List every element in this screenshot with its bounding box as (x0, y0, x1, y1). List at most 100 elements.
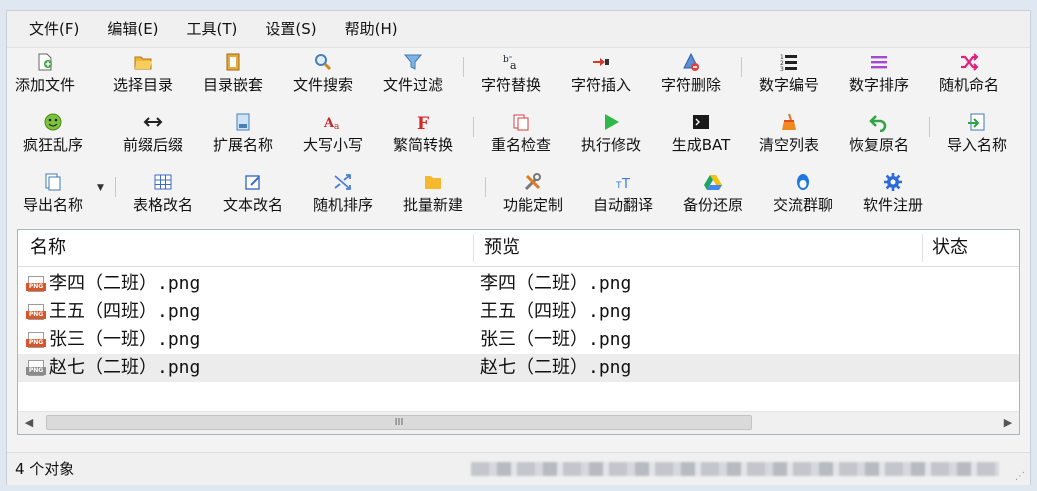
table-row[interactable]: PNG 赵七（二班）.png 赵七（二班）.png (18, 354, 1019, 382)
file-search-label: 文件搜索 (292, 76, 353, 94)
column-divider[interactable] (922, 234, 923, 262)
text-rename-button[interactable]: 文本改名 (213, 169, 293, 215)
toolbar-separator (115, 177, 116, 197)
scroll-thumb[interactable]: III (46, 415, 752, 430)
group-chat-label: 交流群聊 (772, 196, 833, 214)
status-bar: 4 个对象 ⋰ (7, 452, 1030, 485)
column-header-status[interactable]: 状态 (926, 230, 1016, 266)
search-icon (312, 51, 334, 73)
char-replace-label: 字符替换 (480, 76, 541, 94)
execute-button[interactable]: 执行修改 (571, 109, 651, 155)
number-sort-button[interactable]: 数字排序 (839, 49, 919, 95)
resize-grip-icon[interactable]: ⋰ (1015, 472, 1026, 482)
file-filter-button[interactable]: 文件过滤 (373, 49, 453, 95)
replace-text-icon: ba (500, 51, 522, 73)
toolbar-row-1: 添加文件 选择目录 目录嵌套 文件搜索 文件过滤 ba 字符替换 字符插入 字符… (7, 49, 1030, 95)
undo-icon (868, 111, 890, 133)
export-names-label: 导出名称 (22, 196, 83, 214)
clear-list-button[interactable]: 清空列表 (749, 109, 829, 155)
import-names-label: 导入名称 (946, 136, 1007, 154)
customize-button[interactable]: 功能定制 (493, 169, 573, 215)
import-names-button[interactable]: 导入名称 (937, 109, 1017, 155)
numbered-list-icon: 123 (778, 51, 800, 73)
crazy-shuffle-button[interactable]: 疯狂乱序 (13, 109, 93, 155)
blurred-status-text (471, 462, 999, 476)
svg-text:F: F (417, 114, 429, 132)
menu-edit[interactable]: 编辑(E) (93, 14, 172, 44)
file-name: 王五（四班）.png (49, 301, 201, 322)
table-row[interactable]: PNG 张三（一班）.png 张三（一班）.png (18, 326, 1019, 354)
left-right-arrows-icon (142, 111, 164, 133)
object-count: 4 个对象 (15, 460, 75, 478)
chat-penguin-icon (792, 171, 814, 193)
png-file-icon: PNG (26, 332, 46, 348)
char-insert-button[interactable]: 字符插入 (561, 49, 641, 95)
random-name-button[interactable]: 随机命名 (929, 49, 1009, 95)
export-pages-icon (42, 171, 64, 193)
char-delete-button[interactable]: 字符删除 (651, 49, 731, 95)
menu-settings[interactable]: 设置(S) (251, 14, 330, 44)
crazy-shuffle-label: 疯狂乱序 (22, 136, 83, 154)
table-row[interactable]: PNG 王五（四班）.png 王五（四班）.png (18, 298, 1019, 326)
backup-restore-button[interactable]: 备份还原 (673, 169, 753, 215)
prefix-suffix-button[interactable]: 前缀后缀 (113, 109, 193, 155)
nested-folder-button[interactable]: 目录嵌套 (193, 49, 273, 95)
import-icon (966, 111, 988, 133)
svg-text:T: T (615, 181, 622, 191)
toolbar-separator (473, 117, 474, 137)
filter-icon (402, 51, 424, 73)
duplicate-check-button[interactable]: 重名检查 (481, 109, 561, 155)
generate-bat-button[interactable]: 生成BAT (661, 109, 741, 155)
auto-translate-button[interactable]: TT 自动翻译 (583, 169, 663, 215)
grid-icon (152, 171, 174, 193)
name-cell: PNG 王五（四班）.png (26, 298, 200, 326)
scroll-right-icon[interactable]: ▶ (997, 412, 1019, 434)
select-folder-button[interactable]: 选择目录 (103, 49, 183, 95)
horizontal-scrollbar[interactable]: ◀ III ▶ (18, 411, 1019, 434)
toolbar-separator (485, 177, 486, 197)
smiley-icon (42, 111, 64, 133)
register-button[interactable]: 软件注册 (853, 169, 933, 215)
restore-name-button[interactable]: 恢复原名 (839, 109, 919, 155)
menu-file[interactable]: 文件(F) (7, 14, 93, 44)
case-convert-button[interactable]: Aa 大写小写 (293, 109, 373, 155)
extension-button[interactable]: 扩展名称 (203, 109, 283, 155)
broom-icon (778, 111, 800, 133)
menu-tools[interactable]: 工具(T) (173, 14, 252, 44)
clear-list-label: 清空列表 (758, 136, 819, 154)
number-sequence-button[interactable]: 123 数字编号 (749, 49, 829, 95)
toolbar-separator (929, 117, 930, 137)
random-sort-button[interactable]: 随机排序 (303, 169, 383, 215)
table-rename-button[interactable]: 表格改名 (123, 169, 203, 215)
menu-help[interactable]: 帮助(H) (331, 14, 412, 44)
preview-cell: 张三（一班）.png (480, 329, 632, 350)
trad-simp-button[interactable]: F 繁简转换 (383, 109, 463, 155)
drive-icon (702, 171, 724, 193)
list-header: 名称 预览 状态 (18, 230, 1019, 267)
case-convert-label: 大写小写 (302, 136, 363, 154)
batch-create-label: 批量新建 (402, 196, 463, 214)
group-chat-button[interactable]: 交流群聊 (763, 169, 843, 215)
export-dropdown-icon[interactable]: ▼ (97, 183, 104, 193)
random-arrows-icon (332, 171, 354, 193)
column-header-name[interactable]: 名称 (24, 230, 474, 266)
tools-icon (522, 171, 544, 193)
name-cell: PNG 张三（一班）.png (26, 326, 200, 354)
column-divider[interactable] (473, 234, 474, 262)
add-file-icon (34, 51, 56, 73)
table-row[interactable]: PNG 李四（二班）.png 李四（二班）.png (18, 270, 1019, 298)
scroll-left-icon[interactable]: ◀ (18, 412, 40, 434)
column-header-preview[interactable]: 预览 (478, 230, 918, 266)
file-search-button[interactable]: 文件搜索 (283, 49, 363, 95)
play-icon (600, 111, 622, 133)
batch-create-button[interactable]: 批量新建 (393, 169, 473, 215)
backup-restore-label: 备份还原 (682, 196, 743, 214)
preview-cell: 赵七（二班）.png (480, 357, 632, 378)
add-file-button[interactable]: 添加文件 (13, 49, 77, 95)
toolbar-row-3: 导出名称 ▼ 表格改名 文本改名 随机排序 批量新建 功能定制 TT 自动翻译 (7, 169, 1030, 215)
file-list[interactable]: 名称 预览 状态 PNG 李四（二班）.png 李四（二班）.png PNG 王… (17, 229, 1020, 435)
char-replace-button[interactable]: ba 字符替换 (471, 49, 551, 95)
sort-lines-icon (868, 51, 890, 73)
terminal-icon (690, 111, 712, 133)
export-names-button[interactable]: 导出名称 (13, 169, 93, 215)
